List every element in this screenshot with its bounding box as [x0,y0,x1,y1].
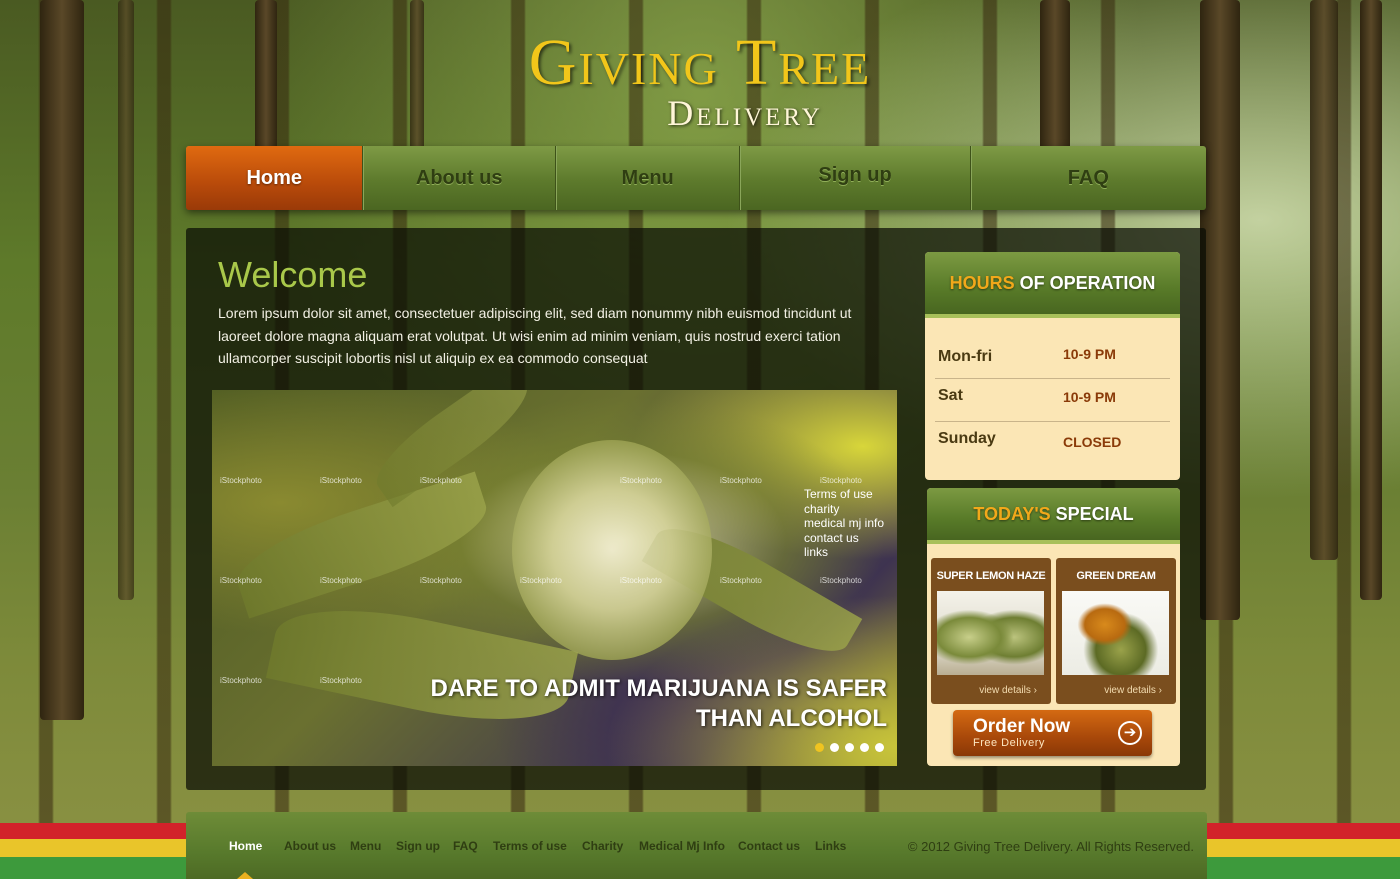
special-card-link[interactable]: view details › [1104,685,1162,696]
hours-title-highlight: HOURS [949,272,1015,293]
special-card-2[interactable]: GREEN DREAM view details › [1056,558,1176,704]
slider-pagination [815,743,884,752]
footer-link-sign-up[interactable]: Sign up [396,839,440,853]
slide-link-medical[interactable]: medical mj info [804,516,884,531]
watermark: iStockphoto [220,476,262,485]
hours-time: 10-9 PM [1063,389,1116,405]
footer-link-about-us[interactable]: About us [284,839,336,853]
footer-copyright: © 2012 Giving Tree Delivery. All Rights … [907,839,1194,854]
hero-slider[interactable]: iStockphoto iStockphoto iStockphoto iSto… [212,390,897,766]
nav-menu[interactable]: Menu [554,146,739,210]
slider-dot-2[interactable] [830,743,839,752]
footer-link-links[interactable]: Links [815,839,846,853]
hours-time: CLOSED [1063,434,1122,450]
logo-title: Giving Tree [528,26,872,99]
slide-link-contact[interactable]: contact us [804,531,884,546]
hours-day: Mon-fri [938,348,993,365]
watermark: iStockphoto [320,576,362,585]
hours-row: Sat 10-9 PM [935,379,1170,422]
slider-dot-1[interactable] [815,743,824,752]
slide-link-terms[interactable]: Terms of use [804,487,884,502]
watermark: iStockphoto [220,676,262,685]
footer-active-marker [237,872,253,879]
special-title-rest: SPECIAL [1055,503,1134,524]
special-card-title: GREEN DREAM [1076,570,1156,582]
watermark: iStockphoto [320,676,362,685]
hours-day: Sat [938,387,963,404]
welcome-title: Welcome [218,254,368,295]
footer-link-terms[interactable]: Terms of use [493,839,567,853]
special-box: TODAY'S SPECIAL SUPER LEMON HAZE view de… [927,488,1180,766]
footer-link-charity[interactable]: Charity [582,839,623,853]
nav-home[interactable]: Home [186,146,363,210]
watermark: iStockphoto [420,476,462,485]
slider-dot-5[interactable] [875,743,884,752]
slide-caption-line2: THAN ALCOHOL [695,705,887,732]
slide-image-bud [512,440,712,660]
hours-title-rest: OF OPERATION [1019,272,1156,293]
hours-row: Sunday CLOSED [935,422,1170,464]
slide-image-leaf [227,471,497,619]
hours-row: Mon-fri 10-9 PM [935,336,1170,379]
arrow-right-icon: ➔ [1118,721,1142,745]
hours-header: HOURS OF OPERATION [925,252,1180,318]
hours-day: Sunday [938,430,996,447]
slider-dot-3[interactable] [845,743,854,752]
footer-link-faq[interactable]: FAQ [453,839,478,853]
welcome-text: Lorem ipsum dolor sit amet, consectetuer… [218,305,852,366]
watermark: iStockphoto [820,576,862,585]
watermark: iStockphoto [720,476,762,485]
slide-links: Terms of use charity medical mj info con… [804,487,884,560]
special-card-title: SUPER LEMON HAZE [936,570,1046,582]
site-logo[interactable]: Giving Tree Delivery [0,26,1400,133]
logo-subtitle: Delivery [667,93,823,133]
order-now-sublabel: Free Delivery [973,737,1045,749]
hours-time: 10-9 PM [1063,346,1116,362]
slide-link-charity[interactable]: charity [804,502,884,517]
slide-caption-line1: DARE TO ADMIT MARIJUANA IS SAFER [430,675,887,702]
special-card-image[interactable] [1062,591,1169,675]
watermark: iStockphoto [320,476,362,485]
footer-link-menu[interactable]: Menu [350,839,381,853]
main-nav: Home About us Menu Sign up FAQ [186,146,1206,210]
site-footer: Home About us Menu Sign up FAQ Terms of … [186,812,1207,879]
special-card-link-text: view details [979,685,1031,696]
order-now-label: Order Now [973,716,1071,737]
special-title-highlight: TODAY'S [973,503,1051,524]
hours-box: HOURS OF OPERATION Mon-fri 10-9 PM Sat 1… [925,252,1180,480]
order-now-button[interactable]: Order Now Free Delivery ➔ [953,710,1152,756]
special-card-link-text: view details [1104,685,1156,696]
slide-caption: DARE TO ADMIT MARIJUANA IS SAFER THAN AL… [431,674,887,734]
special-header: TODAY'S SPECIAL [927,488,1180,544]
nav-about-us[interactable]: About us [362,146,554,210]
nav-faq[interactable]: FAQ [969,146,1206,210]
special-card-image[interactable] [937,591,1044,675]
nav-sign-up[interactable]: Sign up [739,146,969,210]
footer-link-medical-mj-info[interactable]: Medical Mj Info [639,839,725,853]
footer-link-home[interactable]: Home [229,839,262,853]
watermark: iStockphoto [520,576,562,585]
watermark: iStockphoto [620,476,662,485]
watermark: iStockphoto [220,576,262,585]
slide-link-links[interactable]: links [804,545,884,560]
watermark: iStockphoto [820,476,862,485]
watermark: iStockphoto [720,576,762,585]
special-card-link[interactable]: view details › [979,685,1037,696]
watermark: iStockphoto [420,576,462,585]
footer-link-contact-us[interactable]: Contact us [738,839,800,853]
watermark: iStockphoto [620,576,662,585]
special-card-1[interactable]: SUPER LEMON HAZE view details › [931,558,1051,704]
slider-dot-4[interactable] [860,743,869,752]
